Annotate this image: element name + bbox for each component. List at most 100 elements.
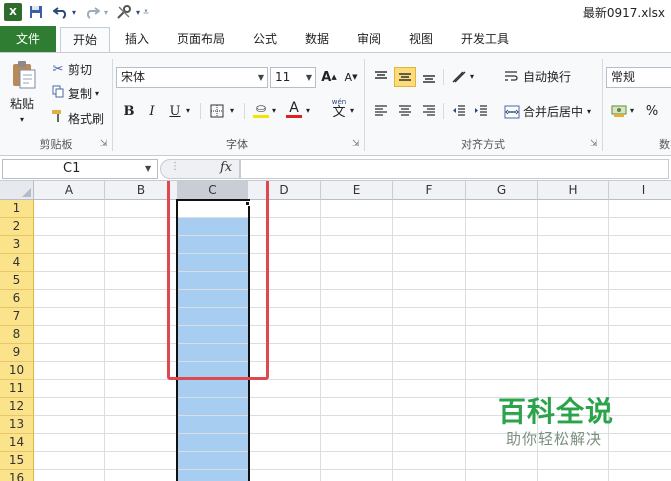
tab-file[interactable]: 文件 <box>0 26 56 52</box>
column-header-i[interactable]: I <box>609 181 671 200</box>
row-header-1[interactable]: 1 <box>0 200 34 218</box>
insert-function-icon[interactable]: fx <box>220 160 232 175</box>
cut-label: 剪切 <box>68 63 93 77</box>
border-icon[interactable] <box>206 101 228 121</box>
tab-home[interactable]: 开始 <box>60 27 110 52</box>
align-top-icon[interactable] <box>370 67 392 87</box>
redo-dropdown-icon[interactable]: ▾ <box>102 3 110 21</box>
name-box[interactable]: C1 <box>2 159 158 179</box>
save-icon[interactable] <box>27 3 45 21</box>
phonetic-dropdown-icon[interactable]: ▾ <box>350 106 354 115</box>
font-launcher-icon[interactable]: ⇲ <box>352 139 360 149</box>
cut-button[interactable]: ✂ 剪切 <box>50 61 92 78</box>
row-header-13[interactable]: 13 <box>0 416 34 434</box>
accounting-dropdown-icon[interactable]: ▾ <box>630 106 634 115</box>
row-header-15[interactable]: 15 <box>0 452 34 470</box>
undo-icon[interactable] <box>50 3 72 21</box>
row-header-11[interactable]: 11 <box>0 380 34 398</box>
column-header-e[interactable]: E <box>321 181 393 200</box>
align-right-icon[interactable] <box>418 101 440 121</box>
tab-review[interactable]: 审阅 <box>348 27 390 52</box>
font-color-button[interactable]: A <box>283 99 305 119</box>
phonetic-button[interactable]: wén 文 <box>328 98 350 119</box>
row-header-9[interactable]: 9 <box>0 344 34 362</box>
alignment-launcher-icon[interactable]: ⇲ <box>590 139 598 149</box>
format-painter-button[interactable]: 格式刷 <box>50 109 104 127</box>
formula-splitter-handle[interactable]: ⋮ <box>170 161 180 172</box>
row-header-6[interactable]: 6 <box>0 290 34 308</box>
excel-app-icon[interactable]: X <box>4 3 22 21</box>
group-divider <box>602 59 603 151</box>
row-header-10[interactable]: 10 <box>0 362 34 380</box>
align-bottom-icon[interactable] <box>418 67 440 87</box>
underline-button[interactable]: U <box>164 101 186 121</box>
row-header-7[interactable]: 7 <box>0 308 34 326</box>
select-all-button[interactable] <box>0 181 34 200</box>
grid-hline <box>34 325 671 326</box>
number-format-select[interactable]: 常规 <box>606 67 671 88</box>
tab-formulas[interactable]: 公式 <box>244 27 286 52</box>
wrap-text-label: 自动换行 <box>523 70 572 84</box>
font-size-select[interactable]: 11 ▼ <box>270 67 316 88</box>
chevron-down-icon[interactable]: ▼ <box>145 164 151 173</box>
clipboard-launcher-icon[interactable]: ⇲ <box>100 139 108 149</box>
fill-color-dropdown-icon[interactable]: ▾ <box>272 106 276 115</box>
grid-hline <box>34 235 671 236</box>
underline-dropdown-icon[interactable]: ▾ <box>186 106 190 115</box>
orientation-dropdown-icon[interactable]: ▾ <box>470 72 474 81</box>
decrease-indent-icon[interactable] <box>448 101 470 121</box>
align-center-icon[interactable] <box>394 101 416 121</box>
column-header-g[interactable]: G <box>466 181 538 200</box>
font-color-dropdown-icon[interactable]: ▾ <box>306 106 310 115</box>
font-name-select[interactable]: 宋体 ▼ <box>116 67 268 88</box>
paste-icon[interactable] <box>8 59 40 91</box>
redo-icon[interactable] <box>82 3 102 21</box>
wrap-text-button[interactable]: 自动换行 <box>504 68 571 85</box>
tab-developer[interactable]: 开发工具 <box>452 27 518 52</box>
tab-view[interactable]: 视图 <box>400 27 442 52</box>
percent-button[interactable]: % <box>641 101 663 121</box>
row-header-16[interactable]: 16 <box>0 470 34 481</box>
bold-button[interactable]: B <box>118 101 140 121</box>
merge-dropdown-icon[interactable]: ▾ <box>587 107 591 116</box>
chevron-down-icon: ▼ <box>257 73 264 82</box>
tab-page-layout[interactable]: 页面布局 <box>168 27 234 52</box>
row-header-4[interactable]: 4 <box>0 254 34 272</box>
row-header-12[interactable]: 12 <box>0 398 34 416</box>
merge-center-button[interactable]: 合并后居中 ▾ <box>504 103 591 120</box>
increase-indent-icon[interactable] <box>470 101 492 121</box>
brush-icon <box>50 109 66 127</box>
column-header-h[interactable]: H <box>538 181 609 200</box>
tab-insert[interactable]: 插入 <box>116 27 158 52</box>
row-header-5[interactable]: 5 <box>0 272 34 290</box>
orientation-icon[interactable] <box>448 67 470 87</box>
copy-button[interactable]: 复制 ▾ <box>50 85 99 102</box>
grow-font-button[interactable]: A ▲ <box>318 67 340 87</box>
align-middle-icon[interactable] <box>394 67 416 87</box>
fill-color-button[interactable]: ⛀ <box>250 99 272 119</box>
row-header-2[interactable]: 2 <box>0 218 34 236</box>
customize-icon[interactable]: ⩡ <box>141 3 151 21</box>
row-header-14[interactable]: 14 <box>0 434 34 452</box>
formula-input[interactable] <box>240 159 669 179</box>
paste-dropdown-icon[interactable]: ▾ <box>20 115 24 124</box>
copy-dropdown-icon[interactable]: ▾ <box>95 89 99 98</box>
undo-dropdown-icon[interactable]: ▾ <box>70 3 78 21</box>
column-header-a[interactable]: A <box>34 181 105 200</box>
italic-button[interactable]: I <box>141 101 163 121</box>
accounting-format-icon[interactable] <box>608 101 630 121</box>
tools-icon[interactable] <box>114 3 134 21</box>
border-dropdown-icon[interactable]: ▾ <box>230 106 234 115</box>
row-header-8[interactable]: 8 <box>0 326 34 344</box>
row-header-3[interactable]: 3 <box>0 236 34 254</box>
font-group-label: 字体 <box>226 138 248 151</box>
paint-bucket-icon: ⛀ <box>255 100 267 115</box>
align-left-icon[interactable] <box>370 101 392 121</box>
tab-data[interactable]: 数据 <box>296 27 338 52</box>
paste-button[interactable]: 粘贴 <box>10 95 34 112</box>
grid-hline <box>34 253 671 254</box>
grid-hline <box>34 307 671 308</box>
column-header-f[interactable]: F <box>393 181 466 200</box>
grid-hline <box>34 379 671 380</box>
shrink-font-button[interactable]: A ▼ <box>340 67 362 87</box>
